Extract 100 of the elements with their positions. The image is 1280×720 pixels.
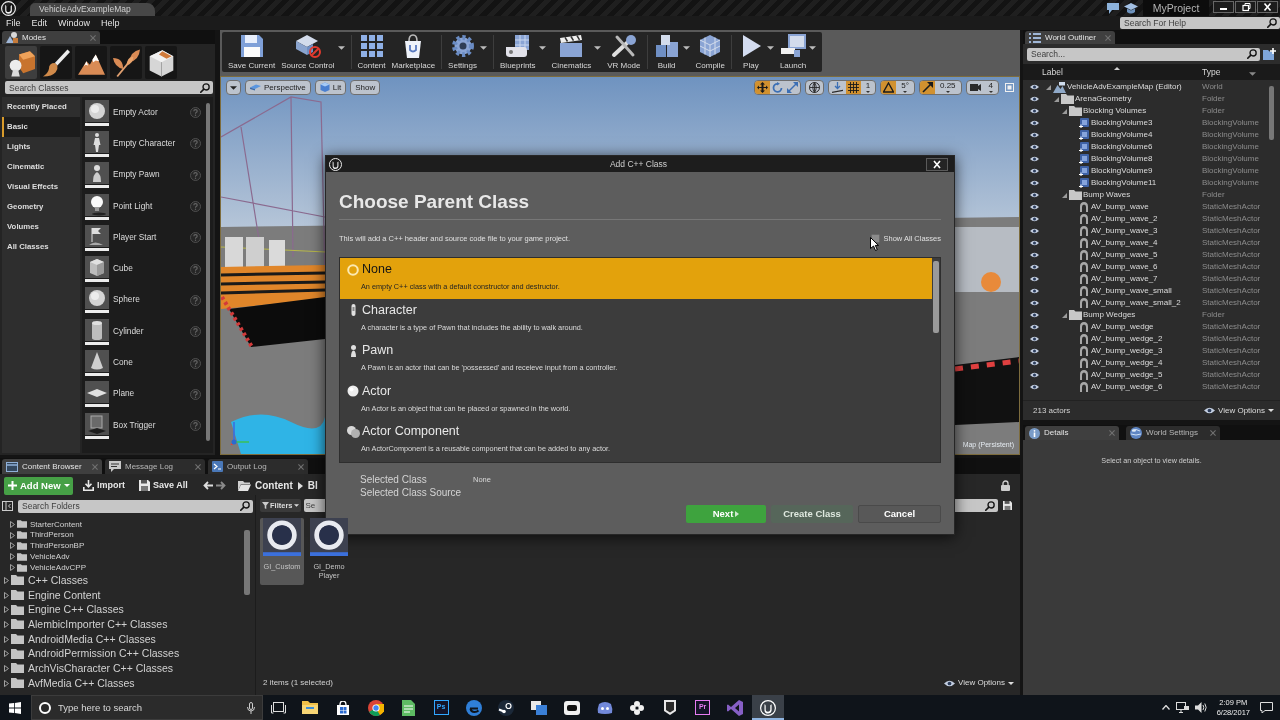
globe-icon[interactable] [808,82,820,93]
sphere-icon[interactable] [85,287,109,314]
visibility-eye-icon[interactable] [1030,372,1039,378]
visibility-eye-icon[interactable] [1030,144,1039,150]
panel-tab[interactable]: Content Browser [2,459,102,474]
plane-icon[interactable] [85,381,109,408]
panel-tab[interactable]: World Settings [1126,426,1220,440]
network-icon[interactable] [1175,702,1189,713]
snap-toggle-button[interactable] [881,81,897,94]
placeable-class-label[interactable]: Plane [113,389,135,400]
transform-tool-button[interactable] [784,81,800,94]
mode-tab[interactable] [110,46,142,79]
visibility-eye-icon[interactable] [1030,84,1039,90]
scrollbar-thumb[interactable] [206,103,210,441]
toolbar-button[interactable]: Build [650,33,683,71]
visibility-eye-icon[interactable] [1030,312,1039,318]
help-search-field[interactable]: Search For Help [1120,17,1280,29]
scrollbar-thumb[interactable] [1269,86,1274,140]
help-icon[interactable] [190,420,201,432]
visibility-eye-icon[interactable] [1030,108,1039,114]
import-button[interactable]: Import [82,476,128,495]
forward-arrow-icon[interactable] [216,481,226,490]
viewport-button[interactable]: Show [350,80,381,95]
actor-label[interactable]: BlockingVolume3 [1091,118,1153,128]
toolbar-button[interactable]: Blueprints [497,33,539,71]
expand-arrow-icon[interactable] [4,679,9,687]
dropdown-caret-icon[interactable] [682,46,690,50]
visibility-eye-icon[interactable] [1030,300,1039,306]
help-icon[interactable] [190,388,201,400]
help-icon[interactable] [190,294,201,306]
panel-tab[interactable]: Message Log [105,459,205,474]
expand-arrow-icon[interactable] [4,664,9,672]
surface-snap-icon[interactable] [831,82,843,93]
actor-label[interactable]: Blocking Volumes [1083,106,1147,116]
visibility-eye-icon[interactable] [1030,336,1039,342]
toolbar-button[interactable]: Source Control [278,33,338,71]
actor-label[interactable]: AV_bump_wave_6 [1091,262,1158,272]
notification-icon[interactable] [1260,702,1273,713]
flag-icon[interactable] [85,224,109,251]
toolbar-button[interactable]: Settings [445,33,480,71]
outliner-search-field[interactable]: Search... [1027,47,1260,61]
actor-label[interactable]: Bump Wedges [1083,310,1136,320]
expand-arrow-icon[interactable] [4,606,9,614]
visibility-eye-icon[interactable] [1030,360,1039,366]
expand-arrow-icon[interactable] [4,576,9,584]
actor-label[interactable]: BlockingVolume9 [1091,166,1153,176]
visibility-eye-icon[interactable] [1030,288,1039,294]
snap-value-button[interactable]: 5° [896,81,914,94]
speech-bubble-icon[interactable] [1107,2,1119,14]
start-icon[interactable] [9,701,21,714]
pawn-icon[interactable] [85,162,109,189]
panel-tab[interactable]: Output Log [208,459,308,474]
expand-arrow-icon[interactable] [10,553,15,561]
help-icon[interactable] [190,107,201,119]
actor-label[interactable]: AV_bump_wave_small [1091,286,1172,296]
folder-icon[interactable] [238,480,251,491]
expand-arrow-icon[interactable] [10,520,15,528]
folder-label[interactable]: ThirdPerson [30,530,74,540]
actor-label[interactable]: AV_bump_wave [1091,202,1149,212]
cube-icon[interactable] [85,256,109,283]
logo-icon[interactable] [1,1,16,16]
help-icon[interactable] [190,326,201,338]
expand-arrow-icon[interactable] [10,542,15,550]
back-arrow-icon[interactable] [203,481,213,490]
snap-toggle-button[interactable] [919,81,935,94]
visibility-eye-icon[interactable] [1030,120,1039,126]
actor-label[interactable]: ArenaGeometry [1075,94,1132,104]
search-icon[interactable] [240,501,250,511]
placeable-class-label[interactable]: Cylinder [113,326,144,337]
actor-label[interactable]: AV_bump_wedge [1091,322,1154,332]
placeable-class-label[interactable]: Cube [113,264,133,275]
toolbar-button[interactable]: Content [354,33,389,71]
folder-label[interactable]: AlembicImporter C++ Classes [28,618,168,631]
view-options-button[interactable]: View Options [944,678,1014,688]
chevron-up-icon[interactable] [1161,705,1170,710]
visibility-eye-icon[interactable] [1030,276,1039,282]
placeable-class-label[interactable]: Cone [113,358,133,368]
actor-label[interactable]: BlockingVolume6 [1091,142,1153,152]
path-crumb[interactable]: Bl [307,479,318,492]
mode-tab[interactable] [145,46,177,79]
folder-label[interactable]: C++ Classes [28,574,89,587]
chevron-icon[interactable] [297,481,303,490]
visibility-eye-icon[interactable] [1030,252,1039,258]
folder-label[interactable]: VehicleAdvCPP [30,562,87,573]
dropdown-caret-icon[interactable] [337,46,345,50]
taskbar-search-field[interactable]: Type here to search [31,695,263,720]
dropdown-caret-icon[interactable] [594,46,602,50]
expand-arrow-icon[interactable] [1062,312,1067,318]
visibility-eye-icon[interactable] [1030,228,1039,234]
placeable-class-label[interactable]: Empty Actor [113,107,158,118]
visibility-eye-icon[interactable] [1030,192,1039,198]
visibility-eye-icon[interactable] [1030,348,1039,354]
close-icon[interactable] [1257,1,1278,13]
folder-label[interactable]: AndroidMedia C++ Classes [28,632,156,646]
maximize-icon[interactable] [1005,83,1014,92]
actor-label[interactable]: AV_bump_wedge_5 [1091,370,1163,380]
placeable-class-label[interactable]: Sphere [113,295,140,306]
actor-label[interactable]: AV_bump_wedge_2 [1091,334,1163,344]
viewport-button[interactable]: Lit [314,80,347,95]
help-icon[interactable] [190,263,201,275]
